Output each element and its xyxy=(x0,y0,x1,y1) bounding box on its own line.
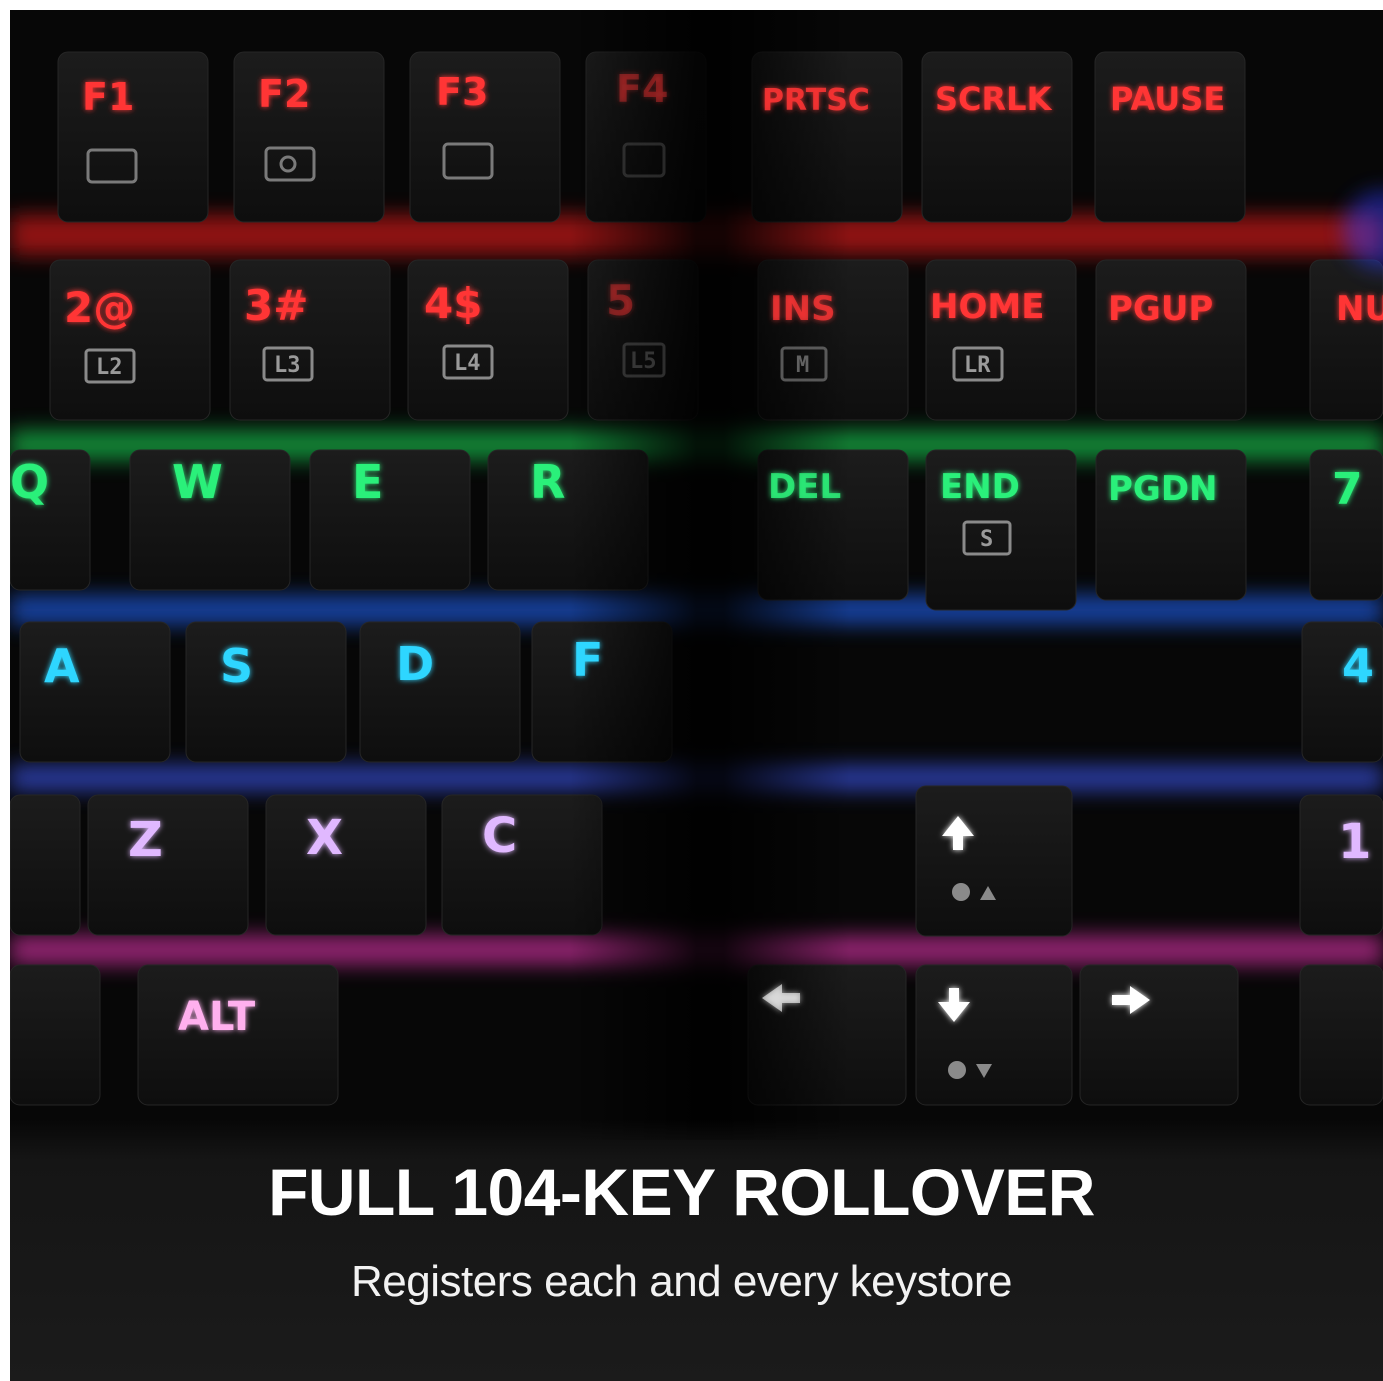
key-home: HOME xyxy=(930,287,1044,327)
sublegend-l5: L5 xyxy=(630,349,657,374)
key-numlock: NU xyxy=(1336,289,1383,329)
key-f1: F1 xyxy=(82,75,134,119)
key-4: 4$ xyxy=(424,279,482,328)
brightness-down-icon xyxy=(948,1061,966,1079)
key-pgdn: PGDN xyxy=(1108,469,1218,509)
key-pause: PAUSE xyxy=(1110,80,1225,118)
key-w: W xyxy=(172,455,223,509)
key-c: C xyxy=(482,808,517,864)
brightness-up-icon xyxy=(952,883,970,901)
key-prtsc: PRTSC xyxy=(762,83,870,118)
key-s: S xyxy=(220,639,253,693)
key-2: 2@ xyxy=(64,283,135,332)
key-num7: 7 xyxy=(1332,464,1363,515)
key-f4: F4 xyxy=(616,67,668,111)
sublegend-l4: L4 xyxy=(454,351,481,376)
key-alt: ALT xyxy=(178,994,256,1040)
keyboard-photo: F1 F2 F3 F4 PRTSC SCRLK PAUSE 2@ 3# 4$ 5… xyxy=(10,10,1383,1140)
key-end: END xyxy=(940,467,1020,507)
sublegend-s: S xyxy=(980,527,993,552)
key-pgup: PGUP xyxy=(1108,289,1213,329)
key-r: R xyxy=(530,455,565,509)
key-f2: F2 xyxy=(258,72,310,116)
legends-magenta-row: ALT xyxy=(178,994,256,1040)
key-ins: INS xyxy=(770,289,836,329)
key-scrlk: SCRLK xyxy=(935,80,1053,118)
image-split-shadow xyxy=(570,10,850,1140)
key-z: Z xyxy=(128,812,163,868)
sublegend-lr: LR xyxy=(964,353,991,378)
feature-headline: FULL 104-KEY ROLLOVER xyxy=(268,1155,1095,1229)
sublegend-l2: L2 xyxy=(96,355,123,380)
sublegend-m: M xyxy=(796,353,809,378)
sublegend-l3: L3 xyxy=(274,353,301,378)
key-d: D xyxy=(396,637,434,691)
key-del: DEL xyxy=(768,467,841,507)
key-5: 5 xyxy=(606,276,635,325)
feature-subline: Registers each and every keystore xyxy=(351,1257,1012,1306)
key-e: E xyxy=(352,455,383,509)
key-num1: 1 xyxy=(1338,814,1371,870)
key-3: 3# xyxy=(244,281,308,330)
key-a: A xyxy=(44,639,80,693)
key-f: F xyxy=(572,633,603,687)
key-f3: F3 xyxy=(436,70,488,114)
key-q: Q xyxy=(10,455,49,509)
key-num4: 4 xyxy=(1342,639,1374,693)
key-x: X xyxy=(306,810,343,866)
